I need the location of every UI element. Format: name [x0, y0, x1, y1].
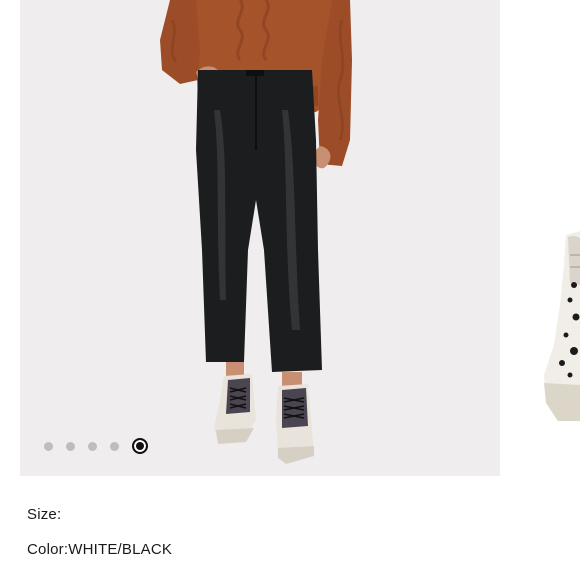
- size-label: Size:: [27, 506, 62, 523]
- carousel-dot-1[interactable]: [44, 441, 53, 451]
- sneaker-thumbnail: [544, 231, 580, 421]
- carousel-pagination: [44, 437, 148, 455]
- carousel-dot-3[interactable]: [88, 441, 97, 451]
- carousel-dot-5-active[interactable]: [132, 438, 148, 454]
- color-value: WHITE/BLACK: [68, 541, 173, 558]
- carousel-dot-4[interactable]: [110, 441, 119, 451]
- sweater-left-sleeve: [160, 0, 200, 84]
- color-row: Color:WHITE/BLACK: [27, 541, 172, 558]
- size-row: Size:: [27, 506, 61, 523]
- color-label: Color:: [27, 541, 69, 558]
- next-slide-preview[interactable]: [540, 225, 580, 425]
- product-photo: [160, 0, 352, 464]
- product-image-slide[interactable]: [20, 0, 500, 476]
- carousel-dot-2[interactable]: [66, 441, 75, 451]
